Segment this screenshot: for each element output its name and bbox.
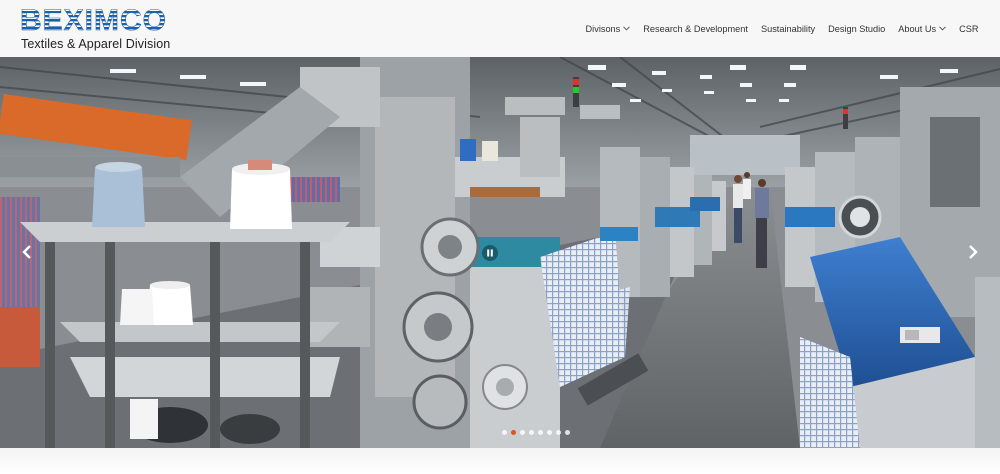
chevron-right-icon — [969, 245, 978, 259]
slider-dot-7[interactable] — [556, 430, 561, 435]
pause-icon — [487, 249, 493, 257]
nav-item-research-development[interactable]: Research & Development — [637, 24, 755, 34]
chevron-down-icon — [939, 26, 946, 31]
nav-item-csr[interactable]: CSR — [953, 24, 985, 34]
nav-item-label: Divisons — [585, 23, 621, 34]
factory-floor-image — [0, 57, 1000, 448]
slider-dot-3[interactable] — [520, 430, 525, 435]
nav-item-label: Design Studio — [828, 23, 886, 34]
slider-next-button[interactable] — [966, 243, 980, 261]
slider-dot-2[interactable] — [511, 430, 516, 435]
slider-dot-8[interactable] — [565, 430, 570, 435]
nav-item-label: About Us — [898, 23, 937, 34]
slider-dot-1[interactable] — [502, 430, 507, 435]
nav-item-label: Research & Development — [643, 23, 748, 34]
nav-item-design-studio[interactable]: Design Studio — [822, 24, 892, 34]
beximco-logo-mark: BEXIMCO — [20, 4, 165, 35]
chevron-down-icon — [623, 26, 631, 31]
hero-slider — [0, 57, 1000, 448]
chevron-left-icon — [22, 245, 31, 259]
beximco-logo[interactable]: BEXIMCO Textiles & Apparel Division — [20, 3, 170, 53]
slider-prev-button[interactable] — [20, 243, 34, 261]
slider-pause-button[interactable] — [482, 245, 498, 261]
content-divider — [0, 448, 1000, 474]
division-subtitle: Textiles & Apparel Division — [21, 37, 171, 51]
slider-dot-6[interactable] — [547, 430, 552, 435]
nav-item-sustainability[interactable]: Sustainability — [754, 24, 821, 34]
site-header: BEXIMCO Textiles & Apparel Division Divi… — [0, 0, 1000, 57]
nav-item-label: Sustainability — [760, 23, 816, 34]
svg-text:BEXIMCO: BEXIMCO — [20, 4, 165, 35]
slider-pagination — [502, 430, 570, 435]
main-nav: Divisons Research & Development Sustaina… — [579, 0, 985, 57]
nav-item-about-us[interactable]: About Us — [892, 24, 953, 34]
nav-item-label: CSR — [959, 23, 979, 34]
slider-dot-5[interactable] — [538, 430, 543, 435]
nav-item-divisions[interactable]: Divisons — [579, 24, 637, 34]
slider-dot-4[interactable] — [529, 430, 534, 435]
